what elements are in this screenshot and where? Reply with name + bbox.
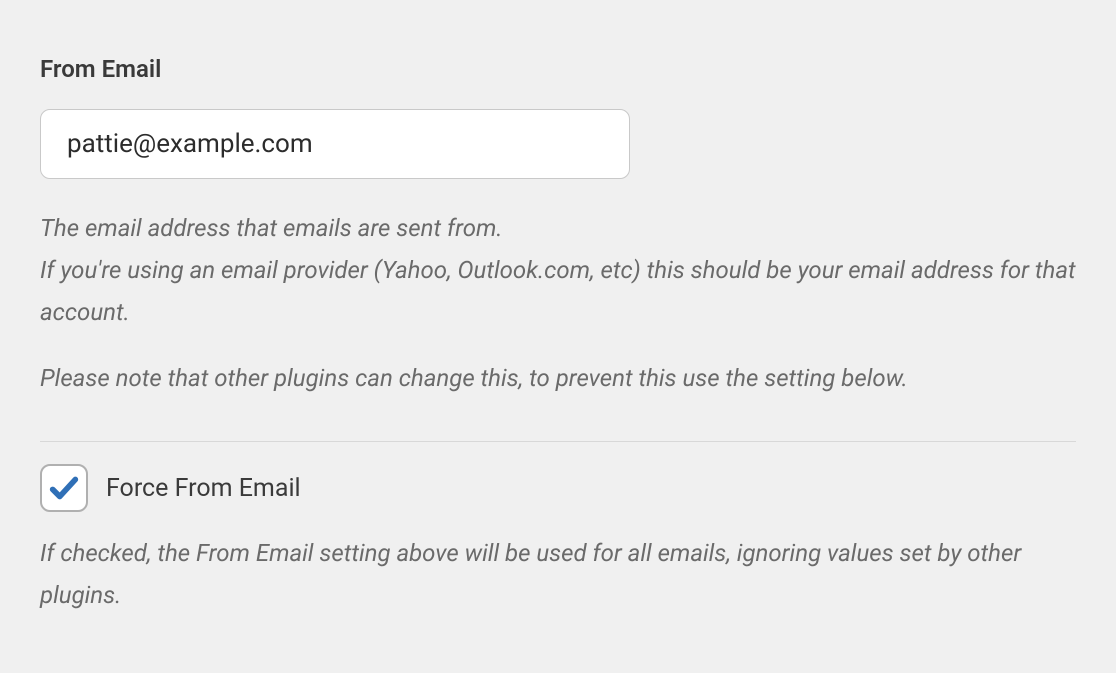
force-from-email-section: Force From Email If checked, the From Em… [40, 464, 1076, 616]
force-from-email-checkbox[interactable] [40, 464, 88, 512]
from-email-section: From Email The email address that emails… [40, 55, 1076, 399]
from-email-input[interactable] [40, 109, 630, 179]
from-email-heading: From Email [40, 55, 1076, 83]
from-email-desc-line2: If you're using an email provider (Yahoo… [40, 249, 1076, 333]
from-email-description: The email address that emails are sent f… [40, 207, 1076, 399]
section-divider [40, 441, 1076, 442]
checkmark-icon [47, 471, 81, 505]
force-from-email-label[interactable]: Force From Email [106, 474, 301, 503]
force-from-email-description: If checked, the From Email setting above… [40, 532, 1076, 616]
from-email-desc-line3: Please note that other plugins can chang… [40, 357, 1076, 399]
force-from-email-row: Force From Email [40, 464, 1076, 512]
from-email-desc-line1: The email address that emails are sent f… [40, 207, 1076, 249]
